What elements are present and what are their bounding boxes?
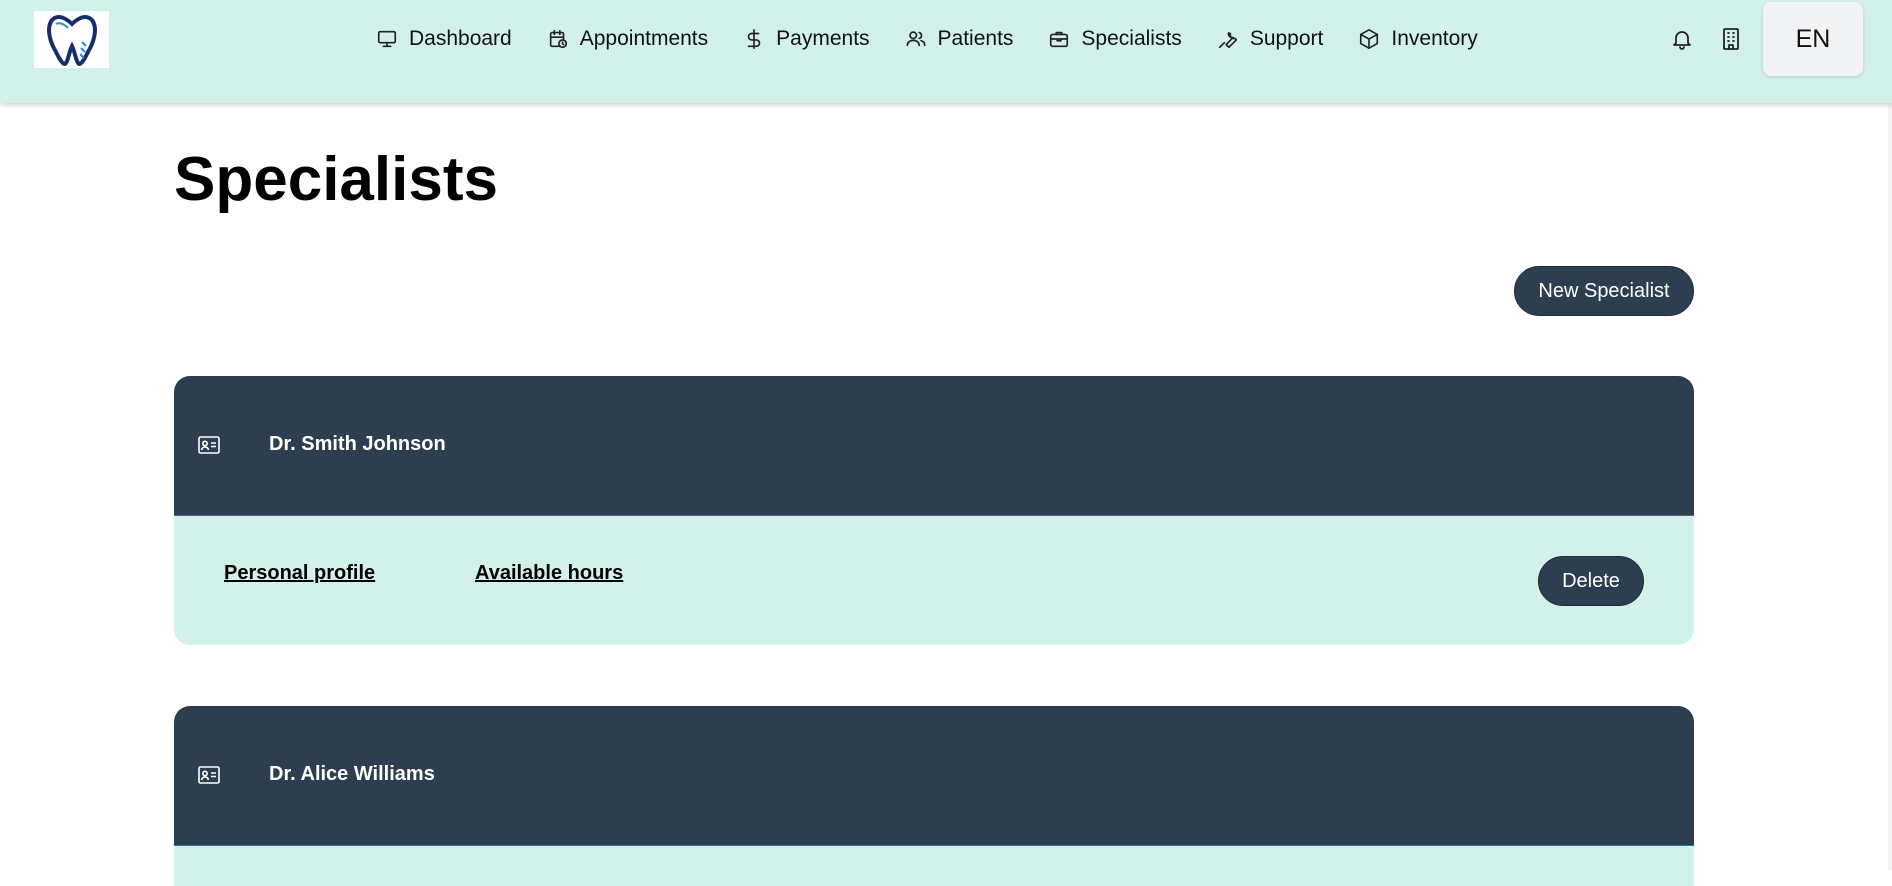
available-hours-link[interactable]: Available hours — [475, 562, 623, 585]
tooth-logo-icon[interactable] — [34, 11, 109, 68]
box-icon — [1358, 28, 1380, 50]
specialist-card: Dr. Alice Williams — [174, 706, 1694, 886]
language-button[interactable]: EN — [1763, 2, 1863, 76]
specialist-card-header[interactable]: Dr. Smith Johnson — [174, 376, 1694, 516]
briefcase-icon — [1048, 28, 1070, 50]
nav-label: Appointments — [579, 27, 709, 50]
dollar-icon — [743, 28, 765, 50]
nav-item-dashboard[interactable]: Dashboard — [376, 27, 512, 51]
main-nav: Dashboard Appointments Payments Patients… — [376, 23, 1478, 55]
new-specialist-button[interactable]: New Specialist — [1514, 266, 1694, 316]
nav-label: Inventory — [1391, 27, 1478, 50]
scrollbar[interactable] — [1888, 103, 1892, 870]
id-card-icon — [198, 435, 220, 455]
id-card-icon — [198, 765, 220, 785]
building-icon[interactable] — [1718, 26, 1744, 52]
specialist-card-body: Personal profile Available hours Delete — [174, 516, 1694, 645]
nav-label: Patients — [937, 27, 1014, 50]
specialist-name: Dr. Smith Johnson — [269, 433, 446, 455]
nav-label: Dashboard — [409, 27, 512, 50]
specialist-name: Dr. Alice Williams — [269, 763, 435, 785]
delete-button[interactable]: Delete — [1538, 556, 1644, 606]
bell-icon[interactable] — [1669, 26, 1695, 52]
specialist-card-body — [174, 846, 1694, 886]
specialist-card: Dr. Smith Johnson Personal profile Avail… — [174, 376, 1694, 645]
nav-item-appointments[interactable]: Appointments — [547, 27, 708, 51]
nav-item-payments[interactable]: Payments — [743, 27, 870, 51]
nav-label: Support — [1249, 27, 1324, 50]
nav-item-inventory[interactable]: Inventory — [1358, 27, 1478, 51]
nav-item-patients[interactable]: Patients — [905, 27, 1014, 51]
wrench-icon — [1217, 28, 1239, 50]
calendar-clock-icon — [547, 28, 569, 50]
nav-item-specialists[interactable]: Specialists — [1048, 27, 1182, 51]
personal-profile-link[interactable]: Personal profile — [224, 562, 375, 585]
users-icon — [905, 28, 927, 50]
nav-item-support[interactable]: Support — [1217, 27, 1324, 51]
nav-label: Specialists — [1081, 27, 1182, 50]
monitor-icon — [376, 28, 398, 50]
specialist-card-header[interactable]: Dr. Alice Williams — [174, 706, 1694, 846]
page-title: Specialists — [174, 145, 498, 214]
nav-label: Payments — [776, 27, 870, 50]
top-navbar: Dashboard Appointments Payments Patients… — [0, 0, 1892, 103]
